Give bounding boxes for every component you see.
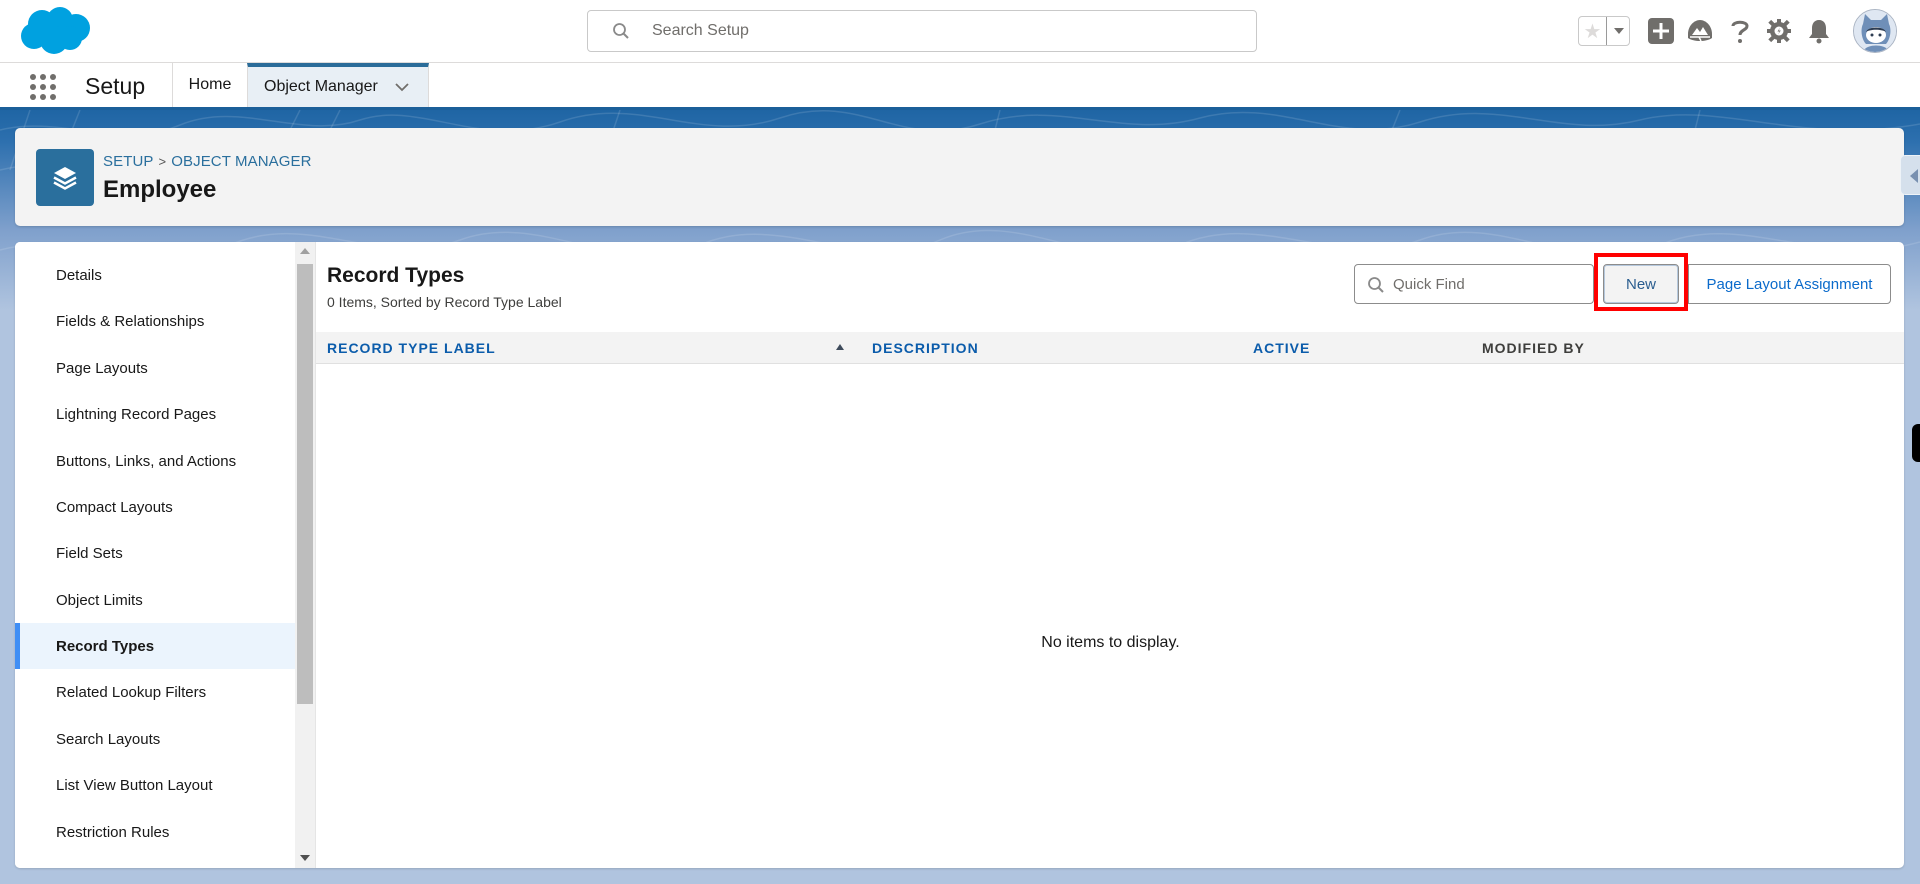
sidebar-item-label: Related Lookup Filters <box>56 683 207 701</box>
sidebar-item-compact-layouts[interactable]: Compact Layouts <box>15 484 295 530</box>
tab-object-manager[interactable]: Object Manager <box>247 63 429 107</box>
app-nav-bar: Setup Home Object Manager <box>0 63 1920 110</box>
favorites-dropdown-icon[interactable] <box>1608 17 1630 45</box>
section-subtitle: 0 Items, Sorted by Record Type Label <box>327 294 562 310</box>
user-avatar[interactable] <box>1853 9 1897 53</box>
panel-collapse-handle[interactable] <box>1900 155 1920 195</box>
sidebar-item-object-limits[interactable]: Object Limits <box>15 577 295 623</box>
notifications-bell-icon[interactable] <box>1804 16 1834 46</box>
help-icon[interactable] <box>1725 16 1755 46</box>
breadcrumb-setup[interactable]: SETUP <box>103 153 154 170</box>
sidebar-item-details[interactable]: Details <box>15 252 295 298</box>
object-page-header: SETUP > OBJECT MANAGER Employee <box>15 128 1904 226</box>
app-name: Setup <box>85 73 146 99</box>
sidebar-item-field-sets[interactable]: Field Sets <box>15 530 295 576</box>
scroll-down-icon[interactable] <box>300 855 310 861</box>
salesforce-logo[interactable] <box>18 6 94 56</box>
record-types-content: Record Types 0 Items, Sorted by Record T… <box>315 242 1904 868</box>
sidebar-item-label: Buttons, Links, and Actions <box>56 452 237 470</box>
column-description[interactable]: DESCRIPTION <box>872 332 979 364</box>
new-button[interactable]: New <box>1603 264 1679 304</box>
scroll-up-icon[interactable] <box>300 248 310 254</box>
search-icon <box>613 23 629 39</box>
sidebar-item-label: Compact Layouts <box>56 498 173 516</box>
table-header: RECORD TYPE LABEL DESCRIPTION ACTIVE MOD… <box>316 332 1904 364</box>
sidebar-item-search-layouts[interactable]: Search Layouts <box>15 716 295 762</box>
search-setup-box[interactable] <box>587 10 1257 52</box>
sidebar-item-record-types[interactable]: Record Types <box>15 623 295 669</box>
sidebar-item-restriction-rules[interactable]: Restriction Rules <box>15 809 295 855</box>
object-sidebar: Details Fields & Relationships Page Layo… <box>15 242 295 868</box>
search-setup-input[interactable] <box>652 19 1232 43</box>
sidebar-item-fields-relationships[interactable]: Fields & Relationships <box>15 298 295 344</box>
column-active[interactable]: ACTIVE <box>1253 332 1310 364</box>
sidebar-item-label: Fields & Relationships <box>56 312 205 330</box>
sidebar-item-label: Lightning Record Pages <box>56 405 217 423</box>
page-title: Employee <box>103 176 217 203</box>
trailhead-icon[interactable] <box>1685 16 1715 46</box>
empty-state-message: No items to display. <box>1041 634 1180 651</box>
section-title: Record Types <box>327 264 465 287</box>
global-header: ★ <box>0 0 1920 63</box>
scrollbar-thumb[interactable] <box>297 264 313 704</box>
setup-gear-icon[interactable] <box>1764 16 1794 46</box>
sidebar-item-label: Details <box>56 266 102 284</box>
global-actions-plus-icon[interactable] <box>1646 16 1676 46</box>
sidebar-item-related-lookup-filters[interactable]: Related Lookup Filters <box>15 669 295 715</box>
column-modified-by: MODIFIED BY <box>1482 340 1585 356</box>
sidebar-scrollbar[interactable] <box>295 242 315 868</box>
tab-object-manager-label: Object Manager <box>264 78 378 95</box>
sidebar-item-label: Restriction Rules <box>56 823 170 841</box>
sidebar-item-label: Page Layouts <box>56 359 148 377</box>
sidebar-item-label: Object Limits <box>56 591 143 609</box>
quick-find-box[interactable] <box>1354 264 1594 304</box>
layers-icon <box>36 149 94 206</box>
chevron-down-icon[interactable] <box>394 79 410 95</box>
sidebar-item-label: Search Layouts <box>56 730 161 748</box>
page-layout-assignment-button[interactable]: Page Layout Assignment <box>1688 264 1891 304</box>
breadcrumb-object-manager[interactable]: OBJECT MANAGER <box>171 153 311 170</box>
side-widget-tab[interactable] <box>1912 424 1920 462</box>
breadcrumb: SETUP > OBJECT MANAGER <box>103 153 312 170</box>
sidebar-item-label: Field Sets <box>56 544 123 562</box>
quick-find-input[interactable] <box>1393 273 1583 295</box>
favorites-star-icon[interactable]: ★ <box>1579 17 1607 45</box>
sidebar-item-label: Record Types <box>56 637 155 655</box>
favorites-group: ★ <box>1578 16 1630 46</box>
app-launcher-icon[interactable] <box>28 72 58 102</box>
main-panel: Details Fields & Relationships Page Layo… <box>15 242 1904 868</box>
chevron-left-icon <box>1910 169 1918 183</box>
search-icon <box>1368 277 1384 293</box>
sidebar-item-label: List View Button Layout <box>56 776 213 794</box>
sidebar-item-list-view-button-layout[interactable]: List View Button Layout <box>15 762 295 808</box>
tab-home[interactable]: Home <box>172 63 247 107</box>
sidebar-item-buttons-links-actions[interactable]: Buttons, Links, and Actions <box>15 438 295 484</box>
sort-ascending-icon[interactable] <box>836 344 844 350</box>
sidebar-item-lightning-record-pages[interactable]: Lightning Record Pages <box>15 391 295 437</box>
sidebar-item-page-layouts[interactable]: Page Layouts <box>15 345 295 391</box>
breadcrumb-separator: > <box>158 154 167 169</box>
column-record-type-label[interactable]: RECORD TYPE LABEL <box>327 332 496 364</box>
tab-home-label: Home <box>188 76 232 93</box>
